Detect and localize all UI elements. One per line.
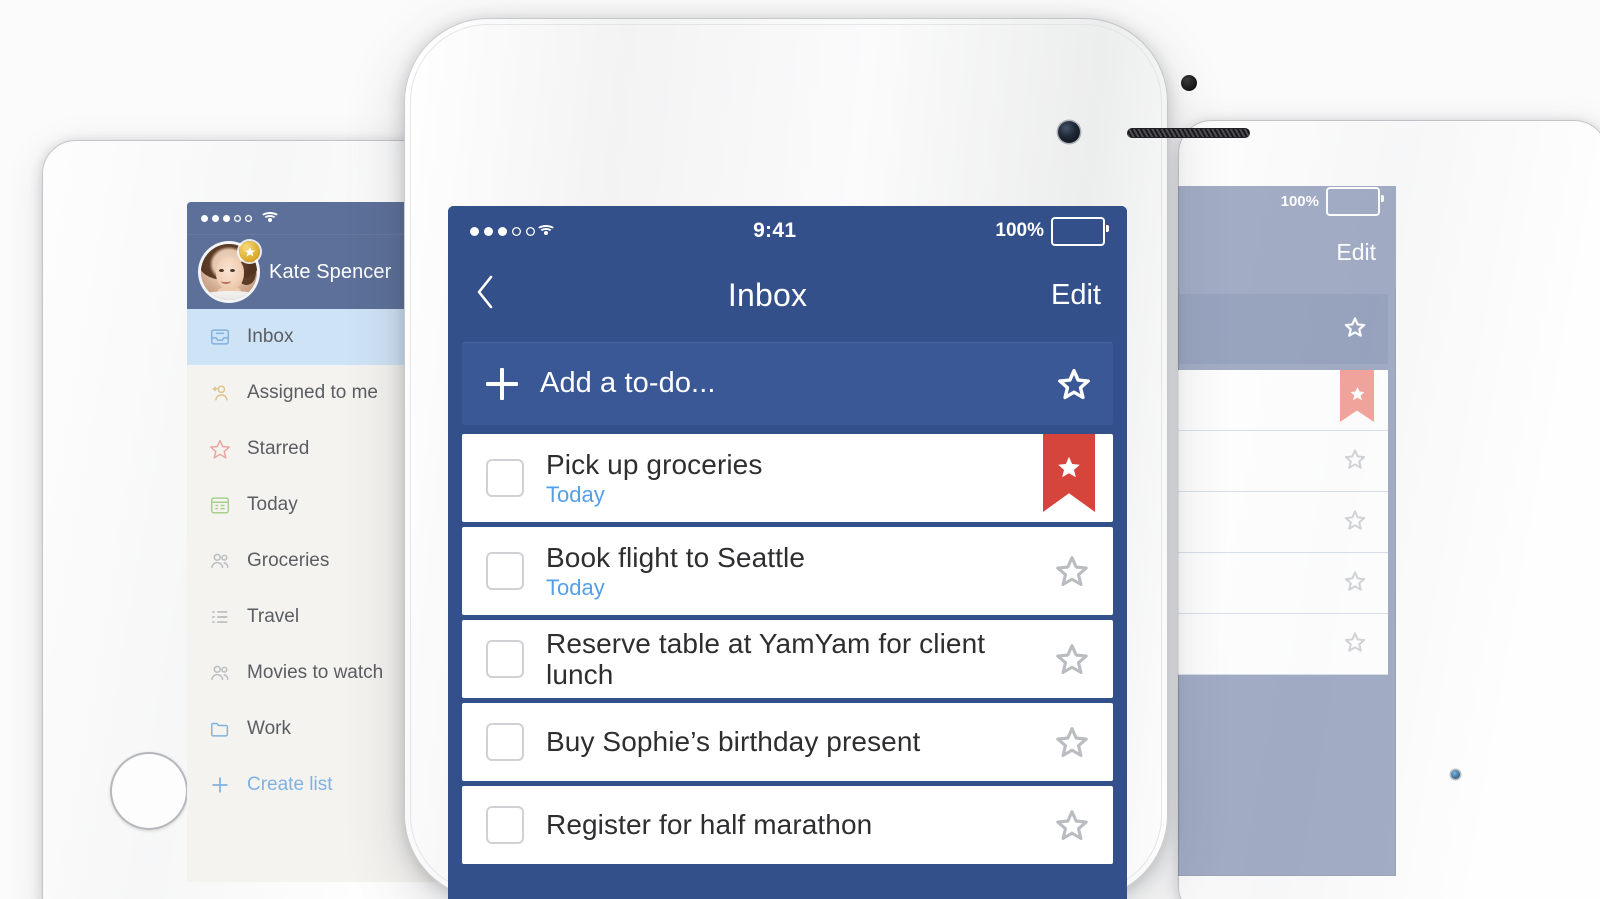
phone-device: 9:41 100% Inbox Edit Add a to-do... Pick… <box>404 18 1250 899</box>
battery-full-icon <box>1326 186 1384 216</box>
phone-content: Add a to-do... Pick up groceries Today B… <box>448 334 1127 899</box>
wifi-icon <box>260 212 280 224</box>
star-flag-icon[interactable] <box>1340 370 1374 422</box>
plus-icon <box>486 367 518 400</box>
chevron-left-icon[interactable] <box>474 273 534 318</box>
signal-strength-icon <box>201 214 252 222</box>
folder-icon <box>209 718 231 740</box>
star-outline-icon[interactable] <box>1344 570 1366 597</box>
phone-status-bar: 9:41 100% <box>448 206 1127 256</box>
assigned-icon <box>209 382 231 404</box>
task-title: Buy Sophie’s birthday present <box>546 726 921 758</box>
task-list: Pick up groceries Today Book flight to S… <box>462 434 1113 864</box>
sidebar-item-label: Travel <box>247 606 300 627</box>
battery-percent-label: 100% <box>1280 192 1319 210</box>
right-tablet-device: 100% Edit <box>1178 120 1600 899</box>
proximity-sensor <box>1181 75 1197 91</box>
checkbox-empty[interactable] <box>486 552 524 590</box>
task-text-block: Pick up groceries Today <box>524 449 1113 508</box>
checkbox-empty[interactable] <box>486 723 524 761</box>
phone-screen: 9:41 100% Inbox Edit Add a to-do... Pick… <box>448 206 1127 899</box>
task-due-date: Today <box>546 575 605 601</box>
add-todo-placeholder: Add a to-do... <box>540 367 716 399</box>
sidebar-item-label: Movies to watch <box>247 662 384 683</box>
avatar[interactable] <box>201 241 260 300</box>
checkbox-empty[interactable] <box>486 459 524 497</box>
star-outline-icon[interactable] <box>1057 367 1091 401</box>
inbox-icon <box>209 326 231 348</box>
tablet-nav-bar: Edit <box>1178 216 1396 288</box>
task-text-block: Buy Sophie’s birthday present <box>524 726 1055 757</box>
calendar-icon <box>209 494 231 516</box>
signal-strength-icon <box>470 226 535 236</box>
wifi-icon <box>536 225 556 237</box>
people-icon <box>209 550 231 572</box>
sidebar-item-label: Groceries <box>247 550 330 571</box>
star-outline-icon[interactable] <box>1055 554 1113 588</box>
sidebar-item-label: Assigned to me <box>247 382 378 403</box>
status-time: 9:41 <box>753 219 797 242</box>
sidebar-item-label: Work <box>247 718 291 739</box>
sidebar-item-label: Today <box>247 494 298 515</box>
star-outline-icon[interactable] <box>1344 316 1366 343</box>
table-row[interactable] <box>1178 492 1388 553</box>
front-camera <box>1451 770 1460 779</box>
star-outline-icon[interactable] <box>1055 642 1113 676</box>
task-text-block: Book flight to Seattle Today <box>524 542 1055 601</box>
plus-icon <box>209 774 231 796</box>
tablet-status-bar: 100% <box>1178 186 1396 216</box>
sidebar-item-label: Starred <box>247 438 310 459</box>
list-item[interactable]: Buy Sophie’s birthday present <box>462 703 1113 781</box>
create-list-label: Create list <box>247 774 333 795</box>
sidebar-item-label: Inbox <box>247 326 294 347</box>
star-outline-icon[interactable] <box>1055 808 1113 842</box>
list-item[interactable]: Register for half marathon <box>462 786 1113 864</box>
list-item[interactable]: Pick up groceries Today <box>462 434 1113 522</box>
scene-stage: Kate Spencer 👤 Inbox <box>0 0 1600 899</box>
checkbox-empty[interactable] <box>486 640 524 678</box>
home-button[interactable] <box>110 752 188 830</box>
list-item[interactable]: Reserve table at YamYam for client lunch <box>462 620 1113 698</box>
people-icon <box>209 662 231 684</box>
tablet-task-rows <box>1178 370 1396 675</box>
task-text-block: Reserve table at YamYam for client lunch <box>524 628 1055 691</box>
page-title: Inbox <box>727 276 808 313</box>
phone-nav-bar: Inbox Edit <box>448 256 1127 334</box>
star-outline-icon[interactable] <box>1055 725 1113 759</box>
account-name: Kate Spencer <box>269 260 392 283</box>
task-title: Book flight to Seattle <box>546 541 806 573</box>
tablet-add-todo-bar[interactable] <box>1178 294 1388 364</box>
right-tablet-screen: 100% Edit <box>1178 186 1396 876</box>
table-row[interactable] <box>1178 614 1388 675</box>
star-icon <box>209 438 231 460</box>
battery-percent-label: 100% <box>995 220 1044 241</box>
task-title: Pick up groceries <box>546 448 763 480</box>
star-outline-icon[interactable] <box>1344 448 1366 475</box>
star-badge-icon <box>239 241 260 262</box>
task-text-block: Register for half marathon <box>524 809 1055 840</box>
checkbox-empty[interactable] <box>486 806 524 844</box>
task-due-date: Today <box>546 482 605 508</box>
task-title: Register for half marathon <box>546 809 873 841</box>
list-icon <box>209 606 231 628</box>
table-row[interactable] <box>1178 553 1388 614</box>
earpiece-speaker <box>1127 128 1250 138</box>
table-row[interactable] <box>1178 370 1388 431</box>
edit-button[interactable]: Edit <box>1336 239 1376 266</box>
task-title: Reserve table at YamYam for client lunch <box>546 627 986 690</box>
list-item[interactable]: Book flight to Seattle Today <box>462 527 1113 615</box>
table-row[interactable] <box>1178 431 1388 492</box>
add-todo-bar[interactable]: Add a to-do... <box>462 342 1113 425</box>
star-outline-icon[interactable] <box>1344 631 1366 658</box>
star-outline-icon[interactable] <box>1344 509 1366 536</box>
battery-full-icon <box>1051 216 1109 246</box>
front-camera <box>1058 121 1080 143</box>
edit-button[interactable]: Edit <box>1001 279 1101 312</box>
battery-status: 100% <box>995 216 1109 246</box>
